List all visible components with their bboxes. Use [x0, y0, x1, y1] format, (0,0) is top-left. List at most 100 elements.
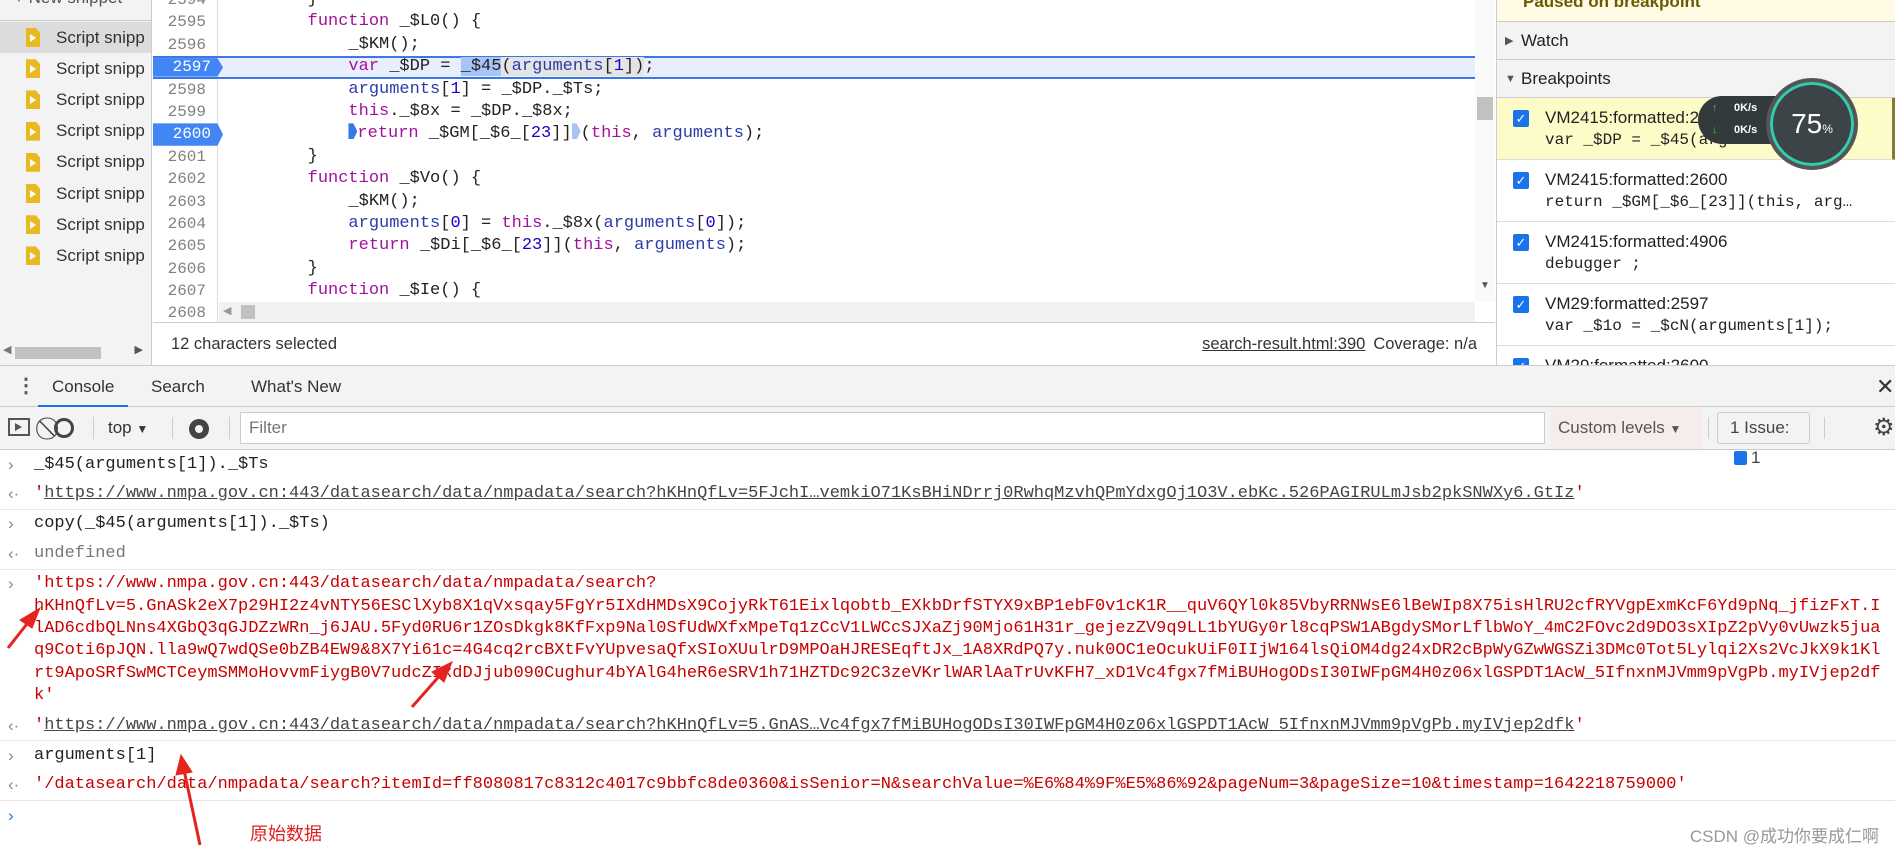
breakpoint-checkbox[interactable]: ✓: [1513, 172, 1529, 189]
line-number[interactable]: 2603: [153, 191, 218, 213]
line-number[interactable]: 2594: [153, 0, 218, 11]
snippet-item[interactable]: Script snipp: [0, 53, 151, 84]
eye-icon[interactable]: [189, 419, 209, 439]
new-snippet-button[interactable]: + New snippet: [14, 0, 122, 8]
console-output[interactable]: › _$45(arguments[1])._$Ts ‹·'https://www.n…: [0, 450, 1895, 852]
breakpoint-line-number[interactable]: 2600: [153, 123, 223, 146]
sidebar-horizontal-scrollbar[interactable]: ◀ ▶: [0, 343, 151, 363]
result-url-link[interactable]: https://www.nmpa.gov.cn:443/datasearch/d…: [44, 484, 1574, 503]
inline-breakpoint-icon[interactable]: [571, 123, 581, 140]
tab-whats-new[interactable]: What's New: [251, 366, 341, 407]
code-line[interactable]: 2602 function _$Vo() {: [153, 168, 1475, 190]
code-token: [: [440, 213, 451, 233]
code-line[interactable]: 2601 }: [153, 146, 1475, 168]
line-number[interactable]: 2604: [153, 213, 218, 235]
scroll-left-icon[interactable]: ◀: [223, 304, 231, 317]
code-token: arguments: [603, 213, 696, 233]
sidebar-toggle-icon[interactable]: [8, 407, 30, 449]
code-line[interactable]: 2599 this._$8x = _$DP._$8x;: [153, 101, 1475, 123]
console-prompt[interactable]: ›: [0, 801, 1895, 825]
issues-button[interactable]: 1 Issue:1: [1717, 412, 1810, 467]
breakpoint-item[interactable]: ✓ VM2415:formatted:4906 debugger ;: [1497, 222, 1895, 284]
breakpoint-item[interactable]: ✓ VM29:formatted:2597 var _$1o = _$cN(argu…: [1497, 284, 1895, 346]
code-text: arguments[0] = this._$8x(arguments[0]);: [226, 213, 746, 235]
block-icon[interactable]: [54, 418, 74, 438]
breakpoint-checkbox[interactable]: ✓: [1513, 110, 1529, 127]
line-number[interactable]: 2601: [153, 146, 218, 168]
code-line[interactable]: 2596 _$KM();: [153, 34, 1475, 56]
line-number[interactable]: 2605: [153, 235, 218, 257]
code-line[interactable]: 2606 }: [153, 258, 1475, 280]
console-result-entry[interactable]: ‹· '/datasearch/data/nmpadata/search?item…: [0, 771, 1895, 802]
context-select[interactable]: top ▼: [108, 407, 148, 449]
code-line[interactable]: 2595 function _$L0() {: [153, 11, 1475, 33]
code-token: ._$8x = _$DP._$8x;: [389, 101, 573, 121]
snippet-item[interactable]: Script snipp: [0, 22, 151, 53]
code-token: arguments: [348, 213, 441, 233]
console-result-entry[interactable]: ‹· undefined: [0, 539, 1895, 570]
code-line[interactable]: 2600 return _$GM[_$6_[23]] (this, argumen…: [153, 123, 1475, 146]
editor-horizontal-scrollbar[interactable]: ◀: [219, 302, 1475, 322]
more-tabs-icon[interactable]: ⋮: [16, 366, 36, 407]
code-line[interactable]: 2604 arguments[0] = this._$8x(arguments[…: [153, 213, 1475, 235]
breakpoint-item[interactable]: ✓ VM29:formatted:2600: [1497, 346, 1895, 365]
snippet-item[interactable]: Script snipp: [0, 147, 151, 178]
line-number[interactable]: 2602: [153, 168, 218, 190]
settings-gear-icon[interactable]: ⚙: [1873, 407, 1895, 449]
line-number[interactable]: 2595: [153, 11, 218, 33]
close-drawer-icon[interactable]: ✕: [1876, 366, 1894, 407]
scroll-thumb[interactable]: [15, 347, 101, 359]
scroll-down-icon[interactable]: ▼: [1480, 280, 1490, 291]
line-number[interactable]: 2599: [153, 101, 218, 123]
source-link[interactable]: search-result.html:390: [1202, 335, 1365, 354]
code-line[interactable]: 2597 var _$DP = _$45(arguments[1]);: [153, 56, 1475, 79]
console-text: '/datasearch/data/nmpadata/search?itemId…: [34, 775, 1687, 795]
line-number[interactable]: 2596: [153, 34, 218, 56]
code-line[interactable]: 2594 }: [153, 0, 1475, 11]
line-number[interactable]: 2606: [153, 258, 218, 280]
watch-section-header[interactable]: ▶ Watch: [1497, 22, 1895, 60]
code-editor[interactable]: 2594 }2595 function _$L0() {2596 _$KM();…: [153, 0, 1495, 332]
code-line[interactable]: 2605 return _$Di[_$6_[23]](this, argumen…: [153, 235, 1475, 257]
code-line[interactable]: 2607 function _$Ie() {: [153, 280, 1475, 302]
console-result-entry[interactable]: ‹· 'https://www.nmpa.gov.cn:443/datasearc…: [0, 479, 1895, 510]
breakpoint-line-number[interactable]: 2597: [153, 58, 223, 77]
snippet-label: Script snipp: [56, 152, 145, 172]
line-number[interactable]: 2607: [153, 280, 218, 302]
tab-console[interactable]: Console: [38, 366, 129, 407]
console-input-entry[interactable]: › arguments[1]: [0, 741, 1895, 770]
scroll-thumb[interactable]: [241, 305, 255, 319]
snippet-item[interactable]: Script snipp: [0, 209, 151, 240]
scroll-right-icon[interactable]: ▶: [135, 343, 143, 356]
snippet-item[interactable]: Script snipp: [0, 240, 151, 271]
code-token: this: [590, 124, 632, 144]
breakpoint-checkbox[interactable]: ✓: [1513, 358, 1529, 365]
snippet-item[interactable]: Script snipp: [0, 84, 151, 115]
line-number[interactable]: 2598: [153, 79, 218, 101]
filter-input[interactable]: [240, 412, 1545, 444]
result-url-link[interactable]: https://www.nmpa.gov.cn:443/datasearch/d…: [44, 716, 1574, 735]
prompt-chevron-icon: ›: [8, 454, 14, 474]
console-input-entry[interactable]: › copy(_$45(arguments[1])._$Ts): [0, 510, 1895, 539]
breakpoints-label: Breakpoints: [1521, 68, 1611, 88]
quote: ': [1574, 715, 1585, 735]
snippet-item[interactable]: Script snipp: [0, 178, 151, 209]
code-line[interactable]: 2598 arguments[1] = _$DP._$Ts;: [153, 79, 1475, 101]
scroll-thumb[interactable]: [1477, 97, 1493, 120]
log-levels-dropdown[interactable]: Custom levels ▼: [1550, 407, 1702, 449]
editor-vertical-scrollbar[interactable]: ▼: [1475, 0, 1495, 302]
breakpoint-checkbox[interactable]: ✓: [1513, 234, 1529, 251]
breakpoint-checkbox[interactable]: ✓: [1513, 296, 1529, 313]
code-line[interactable]: 2603 _$KM();: [153, 191, 1475, 213]
code-token: _$L0() {: [389, 12, 482, 32]
code-text: }: [226, 146, 318, 168]
console-input-entry[interactable]: › _$45(arguments[1])._$Ts: [0, 450, 1895, 479]
snippet-item[interactable]: Script snipp: [0, 116, 151, 147]
console-result-entry[interactable]: ‹· 'https://www.nmpa.gov.cn:443/datasearc…: [0, 711, 1895, 742]
network-speed-widget[interactable]: ↑ 0K/s ↓ 0K/s 75%: [1698, 78, 1858, 180]
code-token: [: [695, 213, 706, 233]
tab-search[interactable]: Search: [151, 366, 205, 407]
scroll-left-icon[interactable]: ◀: [3, 343, 11, 356]
console-input-entry[interactable]: › 'https://www.nmpa.gov.cn:443/datasearch…: [0, 570, 1895, 711]
